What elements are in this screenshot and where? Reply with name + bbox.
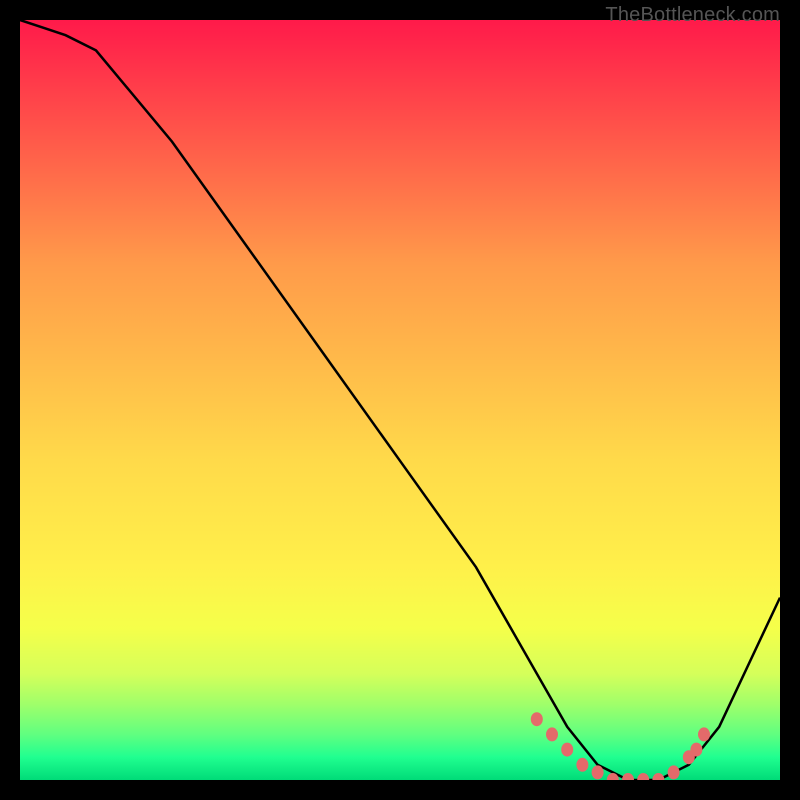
chart-frame: TheBottleneck.com (0, 0, 800, 800)
valley-marker (622, 773, 634, 780)
valley-marker (546, 727, 558, 741)
valley-marker (690, 743, 702, 757)
curve-layer (20, 20, 780, 780)
valley-marker (668, 765, 680, 779)
valley-marker (637, 773, 649, 780)
valley-marker (698, 727, 710, 741)
watermark: TheBottleneck.com (605, 4, 780, 27)
plot-area (20, 20, 780, 780)
valley-marker (576, 758, 588, 772)
valley-marker (652, 773, 664, 780)
valley-markers (531, 712, 710, 780)
valley-marker (561, 743, 573, 757)
bottleneck-curve (20, 20, 780, 780)
valley-marker (592, 765, 604, 779)
valley-marker (531, 712, 543, 726)
